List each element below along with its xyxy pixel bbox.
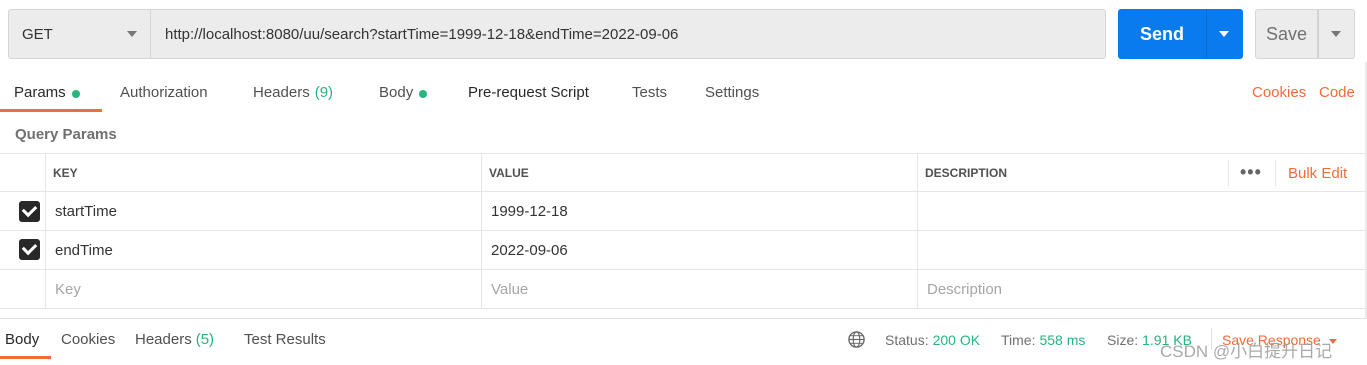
- send-label: Send: [1139, 23, 1184, 44]
- status-value: 200 OK: [932, 332, 981, 348]
- tab-count: (5): [195, 331, 215, 348]
- table-header-row: KEY VALUE DESCRIPTION ••• Bulk Edit: [0, 154, 1367, 192]
- tab-tests[interactable]: Tests: [632, 78, 667, 112]
- param-value[interactable]: 1999-12-18: [491, 192, 568, 230]
- row-checkbox[interactable]: [19, 201, 40, 222]
- tab-label: Settings: [705, 84, 760, 101]
- code-link[interactable]: Code: [1319, 84, 1355, 101]
- method-select[interactable]: GET: [8, 9, 151, 59]
- time-indicator: Time: 558 ms: [1001, 332, 1085, 348]
- tab-pre-request-script[interactable]: Pre-request Script: [468, 78, 589, 112]
- status-dot-icon: [71, 90, 80, 98]
- table-row: endTime 2022-09-06: [0, 231, 1367, 270]
- param-value[interactable]: 2022-09-06: [491, 231, 568, 269]
- status-indicator: Status: 200 OK: [885, 332, 980, 348]
- tab-settings[interactable]: Settings: [705, 78, 759, 112]
- chevron-down-icon: [127, 31, 137, 37]
- watermark: CSDN @小白提升日记: [1160, 342, 1333, 361]
- response-tab-headers[interactable]: Headers (5): [135, 331, 214, 348]
- description-input[interactable]: Description: [927, 270, 1002, 308]
- save-label: Save: [1265, 23, 1308, 44]
- request-tabs: Params Authorization Headers (9) Body Pr…: [0, 78, 1367, 112]
- time-value: 558 ms: [1039, 332, 1086, 348]
- size-label: Size:: [1107, 332, 1139, 348]
- response-tab-body[interactable]: Body: [5, 331, 39, 348]
- active-tab-indicator: [0, 109, 102, 112]
- cookies-link[interactable]: Cookies: [1252, 84, 1306, 101]
- tab-count: (9): [314, 84, 334, 101]
- tab-label: Headers: [135, 331, 192, 348]
- more-options-icon[interactable]: •••: [1240, 162, 1262, 183]
- tab-authorization[interactable]: Authorization: [120, 78, 208, 112]
- response-tab-cookies[interactable]: Cookies: [61, 331, 115, 348]
- table-row-new: Key Value Description: [0, 270, 1367, 309]
- tab-label: Pre-request Script: [468, 84, 589, 101]
- row-checkbox[interactable]: [19, 239, 40, 260]
- method-label: GET: [22, 25, 53, 43]
- active-response-tab-indicator: [0, 356, 51, 359]
- tab-params[interactable]: Params: [14, 78, 80, 112]
- chevron-down-icon: [1331, 31, 1341, 37]
- column-header-description: DESCRIPTION: [925, 165, 1008, 180]
- status-dot-icon: [419, 90, 428, 98]
- send-options-button[interactable]: [1206, 9, 1243, 59]
- tab-label: Tests: [632, 84, 668, 101]
- tab-label: Body: [379, 84, 414, 101]
- key-input[interactable]: Key: [55, 270, 81, 308]
- save-options-button[interactable]: [1318, 9, 1355, 59]
- globe-icon[interactable]: [847, 330, 866, 349]
- url-text: http://localhost:8080/uu/search?startTim…: [165, 25, 679, 43]
- section-title: Query Params: [15, 126, 117, 143]
- save-button[interactable]: Save: [1255, 9, 1318, 59]
- params-table: KEY VALUE DESCRIPTION ••• Bulk Edit star…: [0, 153, 1367, 309]
- url-input[interactable]: http://localhost:8080/uu/search?startTim…: [151, 9, 1106, 59]
- tab-label: Params: [14, 84, 66, 101]
- status-label: Status:: [885, 332, 929, 348]
- tab-headers[interactable]: Headers (9): [253, 78, 333, 112]
- param-key[interactable]: startTime: [55, 192, 117, 230]
- bulk-edit-link[interactable]: Bulk Edit: [1288, 165, 1347, 182]
- response-divider: [0, 318, 1367, 319]
- tab-label: Headers: [253, 84, 310, 101]
- column-header-key: KEY: [53, 165, 78, 180]
- column-header-value: VALUE: [489, 165, 529, 180]
- response-tab-test-results[interactable]: Test Results: [244, 331, 326, 348]
- tab-label: Authorization: [120, 84, 208, 101]
- param-key[interactable]: endTime: [55, 231, 113, 269]
- tab-body[interactable]: Body: [379, 78, 428, 112]
- chevron-down-icon: [1219, 31, 1229, 37]
- value-input[interactable]: Value: [491, 270, 528, 308]
- time-label: Time:: [1001, 332, 1036, 348]
- send-button[interactable]: Send: [1118, 9, 1206, 59]
- table-row: startTime 1999-12-18: [0, 192, 1367, 231]
